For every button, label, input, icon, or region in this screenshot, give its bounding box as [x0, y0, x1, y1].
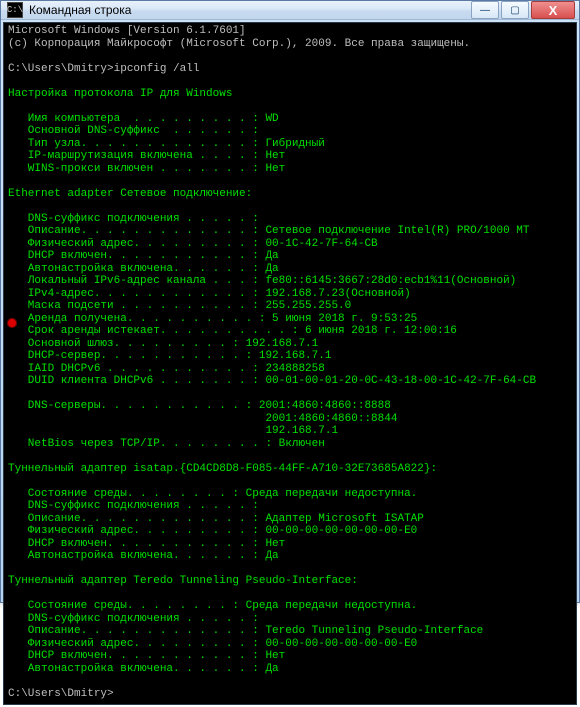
- terminal-line: DNS-серверы. . . . . . . . . . . : 2001:…: [8, 400, 572, 413]
- terminal-line: [8, 50, 572, 63]
- terminal-line: Физический адрес. . . . . . . . . : 00-0…: [8, 525, 572, 538]
- terminal-line: [8, 100, 572, 113]
- terminal-line: [8, 675, 572, 688]
- highlight-marker-icon: [7, 318, 17, 328]
- terminal-line: Описание. . . . . . . . . . . . . : Сете…: [8, 225, 572, 238]
- terminal-line: DUID клиента DHCPv6 . . . . . . . : 00-0…: [8, 375, 572, 388]
- terminal-line: (c) Корпорация Майкрософт (Microsoft Cor…: [8, 38, 572, 51]
- terminal-line: Аренда получена. . . . . . . . . . : 5 и…: [8, 313, 572, 326]
- terminal-line: Физический адрес. . . . . . . . . : 00-0…: [8, 638, 572, 651]
- terminal-line: Microsoft Windows [Version 6.1.7601]: [8, 25, 572, 38]
- maximize-button[interactable]: ▢: [501, 1, 529, 19]
- terminal-line: C:\Users\Dmitry>: [8, 688, 572, 701]
- terminal-line: Имя компьютера . . . . . . . . . : WD: [8, 113, 572, 126]
- close-button[interactable]: X: [531, 1, 575, 19]
- terminal-line: [8, 175, 572, 188]
- terminal-line: [8, 200, 572, 213]
- terminal-line: DHCP включен. . . . . . . . . . . : Нет: [8, 538, 572, 551]
- terminal-line: DNS-суффикс подключения . . . . . :: [8, 613, 572, 626]
- terminal-line: DNS-суффикс подключения . . . . . :: [8, 213, 572, 226]
- terminal-line: DHCP-сервер. . . . . . . . . . . : 192.1…: [8, 350, 572, 363]
- terminal-line: C:\Users\Dmitry>ipconfig /all: [8, 63, 572, 76]
- terminal-line: [8, 563, 572, 576]
- terminal-line: [8, 588, 572, 601]
- terminal-line: Автонастройка включена. . . . . . : Да: [8, 263, 572, 276]
- titlebar[interactable]: C:\ Командная строка — ▢ X: [1, 1, 579, 20]
- terminal-line: 2001:4860:4860::8844: [8, 413, 572, 426]
- terminal-line: DHCP включен. . . . . . . . . . . : Нет: [8, 650, 572, 663]
- terminal-line: NetBios через TCP/IP. . . . . . . . : Вк…: [8, 438, 572, 451]
- terminal-line: Срок аренды истекает. . . . . . . . . . …: [8, 325, 572, 338]
- minimize-button[interactable]: —: [471, 1, 499, 19]
- terminal-line: [8, 475, 572, 488]
- terminal-line: Ethernet adapter Сетевое подключение:: [8, 188, 572, 201]
- terminal-line: [8, 75, 572, 88]
- terminal-line: Локальный IPv6-адрес канала . . . : fe80…: [8, 275, 572, 288]
- terminal-line: Автонастройка включена. . . . . . : Да: [8, 663, 572, 676]
- terminal-line: Физический адрес. . . . . . . . . : 00-1…: [8, 238, 572, 251]
- terminal-line: [8, 388, 572, 401]
- terminal-line: Основной DNS-суффикс . . . . . . :: [8, 125, 572, 138]
- terminal-line: Описание. . . . . . . . . . . . . : Адап…: [8, 513, 572, 526]
- terminal-line: DNS-суффикс подключения . . . . . :: [8, 500, 572, 513]
- terminal-line: 192.168.7.1: [8, 425, 572, 438]
- terminal-line: WINS-прокси включен . . . . . . . : Нет: [8, 163, 572, 176]
- terminal-line: Туннельный адаптер Teredo Tunneling Pseu…: [8, 575, 572, 588]
- terminal-line: DHCP включен. . . . . . . . . . . : Да: [8, 250, 572, 263]
- terminal-line: Настройка протокола IP для Windows: [8, 88, 572, 101]
- cmd-window: C:\ Командная строка — ▢ X Microsoft Win…: [0, 0, 580, 603]
- terminal-line: IP-маршрутизация включена . . . . : Нет: [8, 150, 572, 163]
- terminal-line: Тип узла. . . . . . . . . . . . . : Гибр…: [8, 138, 572, 151]
- terminal-line: Состояние среды. . . . . . . . : Среда п…: [8, 600, 572, 613]
- terminal-line: Основной шлюз. . . . . . . . . : 192.168…: [8, 338, 572, 351]
- terminal-line: [8, 450, 572, 463]
- terminal-line: Описание. . . . . . . . . . . . . : Tere…: [8, 625, 572, 638]
- terminal-line: Состояние среды. . . . . . . . : Среда п…: [8, 488, 572, 501]
- cmd-icon: C:\: [7, 2, 23, 18]
- terminal-line: Автонастройка включена. . . . . . : Да: [8, 550, 572, 563]
- terminal-line: Маска подсети . . . . . . . . . . : 255.…: [8, 300, 572, 313]
- window-title: Командная строка: [29, 3, 469, 17]
- terminal-line: IAID DHCPv6 . . . . . . . . . . . : 2348…: [8, 363, 572, 376]
- terminal-line: Туннельный адаптер isatap.{CD4CD8D8-F085…: [8, 463, 572, 476]
- terminal-line: IPv4-адрес. . . . . . . . . . . . : 192.…: [8, 288, 572, 301]
